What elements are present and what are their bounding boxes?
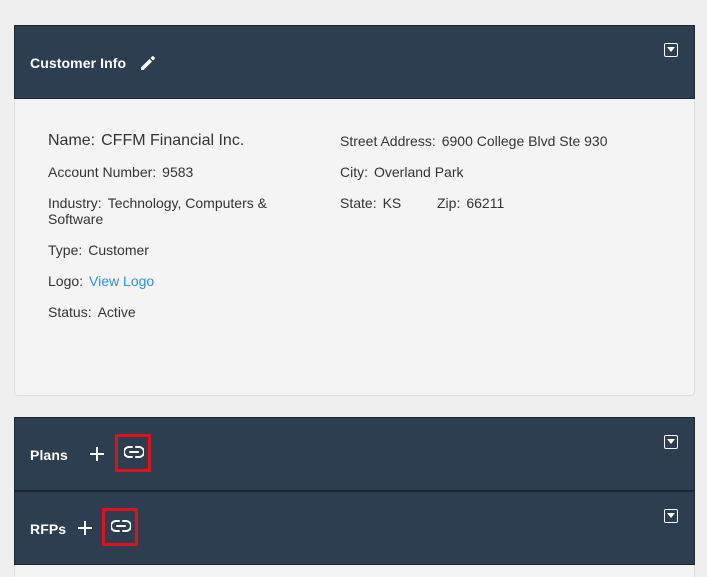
type-label: Type: bbox=[48, 242, 83, 258]
account-number-field: Account Number: 9583 bbox=[48, 164, 193, 180]
city-label: City: bbox=[340, 164, 368, 180]
link-rfp-link-icon[interactable] bbox=[102, 508, 138, 546]
zip-field: Zip: 66211 bbox=[437, 195, 504, 211]
add-rfp-plus-icon[interactable] bbox=[77, 520, 93, 536]
view-logo-link[interactable]: View Logo bbox=[89, 273, 154, 289]
rfps-title: RFPs bbox=[30, 521, 67, 537]
city-value: Overland Park bbox=[374, 164, 464, 180]
name-value: CFFM Financial Inc. bbox=[101, 132, 245, 149]
customer-info-title: Customer Info bbox=[30, 55, 127, 71]
plans-header: Plans bbox=[14, 417, 695, 491]
city-field: City: Overland Park bbox=[340, 164, 463, 180]
rfps-header: RFPs bbox=[14, 491, 695, 565]
type-field: Type: Customer bbox=[48, 242, 149, 258]
industry-value-line2: Software bbox=[48, 211, 104, 227]
industry-field: Industry: Technology, Computers & Software bbox=[48, 195, 288, 227]
status-label: Status: bbox=[48, 304, 92, 320]
link-plan-link-icon[interactable] bbox=[115, 434, 151, 472]
industry-label: Industry: bbox=[48, 195, 102, 211]
collapse-icon[interactable] bbox=[664, 435, 678, 449]
name-label: Name: bbox=[48, 132, 96, 149]
collapse-icon[interactable] bbox=[664, 509, 678, 523]
street-address-field: Street Address: 6900 College Blvd Ste 930 bbox=[340, 133, 608, 149]
account-number-value: 9583 bbox=[162, 164, 194, 180]
collapse-icon[interactable] bbox=[664, 43, 678, 57]
state-field: State: KS bbox=[340, 195, 401, 211]
logo-field: Logo: View Logo bbox=[48, 273, 154, 289]
type-value: Customer bbox=[88, 242, 149, 258]
status-field: Status: Active bbox=[48, 304, 136, 320]
name-field: Name: CFFM Financial Inc. bbox=[48, 133, 244, 149]
state-label: State: bbox=[340, 195, 377, 211]
status-value: Active bbox=[97, 304, 136, 320]
street-address-value: 6900 College Blvd Ste 930 bbox=[441, 133, 608, 149]
state-value: KS bbox=[382, 195, 402, 211]
pencil-icon[interactable] bbox=[139, 54, 157, 72]
industry-value-line1: Technology, Computers & bbox=[107, 195, 267, 211]
street-address-label: Street Address: bbox=[340, 133, 436, 149]
add-plan-plus-icon[interactable] bbox=[89, 446, 105, 462]
plans-title: Plans bbox=[30, 447, 68, 463]
rfps-body bbox=[14, 565, 695, 577]
customer-info-card: Name: CFFM Financial Inc. Account Number:… bbox=[14, 99, 695, 396]
zip-label: Zip: bbox=[437, 195, 461, 211]
customer-info-header: Customer Info bbox=[14, 25, 695, 99]
zip-value: 66211 bbox=[466, 195, 505, 211]
logo-label: Logo: bbox=[48, 273, 84, 289]
account-number-label: Account Number: bbox=[48, 164, 157, 180]
